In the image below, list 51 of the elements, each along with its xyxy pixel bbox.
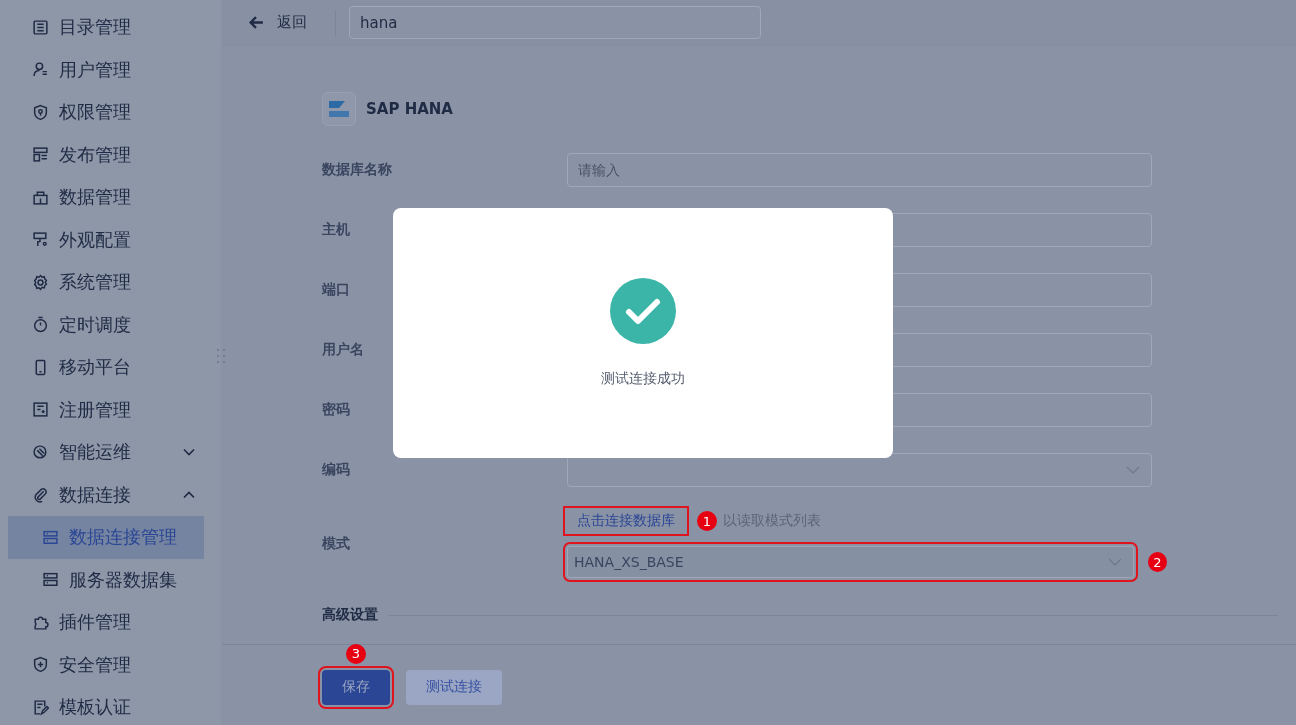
- shieldplus-icon: [32, 656, 49, 674]
- brush-icon: [32, 231, 49, 249]
- field-label: 端口: [322, 281, 351, 299]
- layout-icon: [32, 146, 49, 164]
- server-icon: [42, 571, 59, 589]
- field-label: 数据库名称: [322, 161, 393, 179]
- sidebar-item[interactable]: 目录管理: [8, 6, 204, 49]
- sidebar-item[interactable]: 用户管理: [8, 48, 204, 91]
- sidebar-item[interactable]: 系统管理: [8, 261, 204, 304]
- sidebar-item[interactable]: 发布管理: [8, 133, 204, 176]
- back-button[interactable]: 返回: [248, 13, 307, 32]
- input-field[interactable]: 请输入: [567, 153, 1152, 187]
- gear-icon: [32, 273, 49, 291]
- section-title: 高级设置: [322, 606, 378, 624]
- field-label: 主机: [322, 221, 351, 239]
- field-label: 模式: [322, 535, 351, 553]
- sidebar-item[interactable]: 注册管理: [8, 388, 204, 431]
- clip-icon: [32, 486, 49, 504]
- sidebar-item[interactable]: 模板认证: [8, 686, 204, 725]
- shield-icon: [32, 103, 49, 121]
- user-icon: [32, 61, 49, 79]
- drag-handle-icon[interactable]: [215, 348, 227, 366]
- sidebar-item[interactable]: 安全管理: [8, 643, 204, 686]
- database-title: SAP HANA: [366, 100, 453, 118]
- sidebar-item[interactable]: 权限管理: [8, 91, 204, 134]
- sidebar-item[interactable]: 移动平台: [8, 346, 204, 389]
- list-icon: [32, 18, 49, 36]
- field-label: 用户名: [322, 341, 365, 359]
- puzzle-icon: [32, 613, 49, 631]
- back-arrow-icon: [248, 14, 265, 31]
- dialog-message: 测试连接成功: [601, 370, 685, 388]
- sidebar-item[interactable]: 定时调度: [8, 303, 204, 346]
- sidebar-item[interactable]: 数据连接: [8, 473, 204, 516]
- field-label: 密码: [322, 401, 351, 419]
- sidebar-item[interactable]: 服务器数据集: [8, 558, 204, 601]
- sidebar-item[interactable]: 智能运维: [8, 431, 204, 474]
- field-label: 编码: [322, 461, 351, 479]
- success-check-icon: [610, 278, 676, 344]
- test-connection-button[interactable]: 测试连接: [406, 669, 502, 705]
- step-badge: 2: [1147, 552, 1167, 572]
- search-field[interactable]: hana: [349, 6, 761, 39]
- step-badge: 3: [346, 643, 366, 664]
- step-badge: 1: [697, 511, 717, 531]
- sidebar-item[interactable]: 数据管理: [8, 176, 204, 219]
- database-logo-icon: [322, 92, 356, 126]
- sidebar-item[interactable]: 外观配置: [8, 218, 204, 261]
- select-field[interactable]: [567, 453, 1152, 487]
- sidebar-item[interactable]: 插件管理: [8, 601, 204, 644]
- timer-icon: [32, 316, 49, 334]
- server-icon: [42, 528, 59, 546]
- form-icon: [32, 401, 49, 419]
